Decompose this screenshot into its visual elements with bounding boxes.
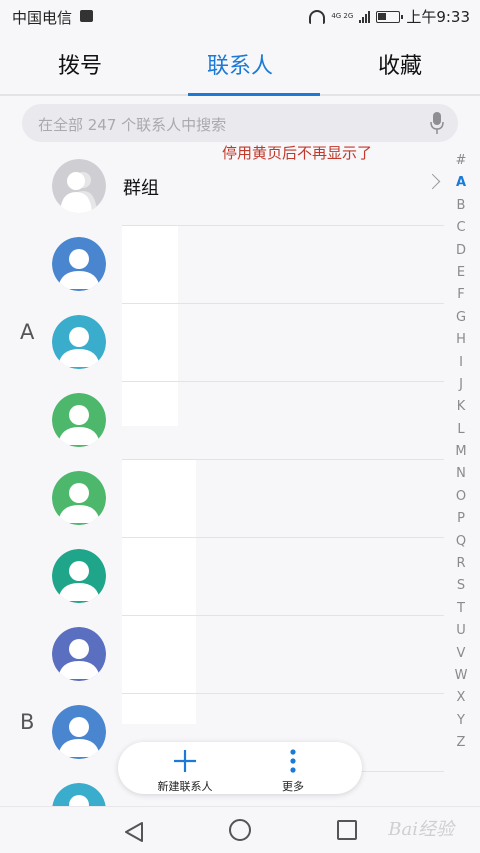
new-contact-label: 新建联系人 [157, 780, 213, 793]
redacted-name [122, 226, 178, 304]
network-type: 4G 2G [331, 12, 354, 20]
group-row[interactable]: 群组 [0, 148, 448, 226]
brand-watermark: Bai经验 [388, 819, 454, 840]
more-vertical-icon [290, 749, 296, 773]
contact-list[interactable]: 群组 A B [0, 148, 448, 808]
tab-contacts[interactable]: 联系人 [160, 34, 320, 96]
bottom-action-bar: 新建联系人 更多 [118, 742, 362, 794]
recent-apps-icon[interactable] [337, 820, 357, 840]
contact-row[interactable] [0, 304, 448, 382]
contact-avatar [52, 705, 106, 759]
index-letter[interactable]: X [448, 690, 474, 712]
home-icon[interactable] [229, 819, 251, 841]
index-letter[interactable]: I [448, 355, 474, 377]
redacted-name [122, 304, 178, 382]
index-letter[interactable]: Z [448, 735, 474, 757]
index-letter[interactable]: U [448, 623, 474, 645]
redacted-name [122, 694, 196, 724]
carrier-name: 中国电信 [12, 9, 73, 27]
index-letter[interactable]: O [448, 489, 474, 511]
index-letter[interactable]: T [448, 601, 474, 623]
contact-avatar [52, 627, 106, 681]
index-letter[interactable]: E [448, 265, 474, 287]
index-letter[interactable]: C [448, 220, 474, 242]
contact-avatar [52, 315, 106, 369]
contact-avatar [52, 393, 106, 447]
group-avatar [52, 159, 106, 213]
contact-row[interactable] [0, 616, 448, 694]
redacted-name [122, 382, 178, 426]
search-placeholder: 在全部 247 个联系人中搜索 [38, 116, 227, 134]
index-letter[interactable]: F [448, 287, 474, 309]
contact-avatar [52, 783, 106, 808]
index-letter[interactable]: K [448, 399, 474, 421]
tab-bar: 拨号 联系人 收藏 [0, 34, 480, 96]
index-letter[interactable]: B [448, 198, 474, 220]
redacted-name [122, 538, 196, 616]
tab-dialer[interactable]: 拨号 [0, 34, 160, 94]
index-letter[interactable]: D [448, 243, 474, 265]
index-letter[interactable]: M [448, 444, 474, 466]
hotspot-icon [309, 9, 326, 24]
index-letter[interactable]: V [448, 646, 474, 668]
index-letter[interactable]: A [448, 175, 474, 197]
alphabet-index[interactable]: # A B C D E F G H I J K L M N O P Q R S T U V W X Y Z [448, 153, 474, 758]
contact-row[interactable] [0, 460, 448, 538]
index-letter[interactable]: H [448, 332, 474, 354]
contact-row[interactable] [0, 382, 448, 460]
chevron-right-icon [424, 173, 441, 190]
notification-icon [80, 10, 93, 22]
search-input[interactable]: 在全部 247 个联系人中搜索 [22, 104, 458, 142]
new-contact-button[interactable]: 新建联系人 [140, 746, 230, 793]
index-letter[interactable]: # [448, 153, 474, 175]
index-letter[interactable]: P [448, 511, 474, 533]
index-letter[interactable]: R [448, 556, 474, 578]
signal-icon [359, 10, 371, 23]
back-icon[interactable] [124, 821, 144, 843]
contact-avatar [52, 471, 106, 525]
more-label: 更多 [282, 780, 304, 793]
index-letter[interactable]: G [448, 310, 474, 332]
index-letter[interactable]: S [448, 578, 474, 600]
clock: 上午9:33 [406, 8, 470, 26]
contact-row[interactable] [0, 226, 448, 304]
group-label: 群组 [123, 178, 159, 199]
plus-icon [174, 750, 196, 772]
index-letter[interactable]: N [448, 466, 474, 488]
battery-icon [376, 10, 404, 23]
contact-avatar [52, 549, 106, 603]
microphone-icon[interactable] [430, 112, 444, 134]
more-button[interactable]: 更多 [248, 746, 338, 793]
contact-avatar [52, 237, 106, 291]
navigation-bar: Bai经验 [0, 806, 480, 853]
status-icons: 4G 2G 上午9:33 [309, 6, 470, 27]
index-letter[interactable]: W [448, 668, 474, 690]
index-letter[interactable]: L [448, 422, 474, 444]
tab-favorites[interactable]: 收藏 [320, 34, 480, 94]
index-letter[interactable]: Q [448, 534, 474, 556]
index-letter[interactable]: J [448, 377, 474, 399]
redacted-name [122, 460, 196, 538]
redacted-name [122, 616, 196, 694]
status-bar: 中国电信 4G 2G 上午9:33 [0, 0, 480, 34]
index-letter[interactable]: Y [448, 713, 474, 735]
contact-row[interactable] [0, 538, 448, 616]
